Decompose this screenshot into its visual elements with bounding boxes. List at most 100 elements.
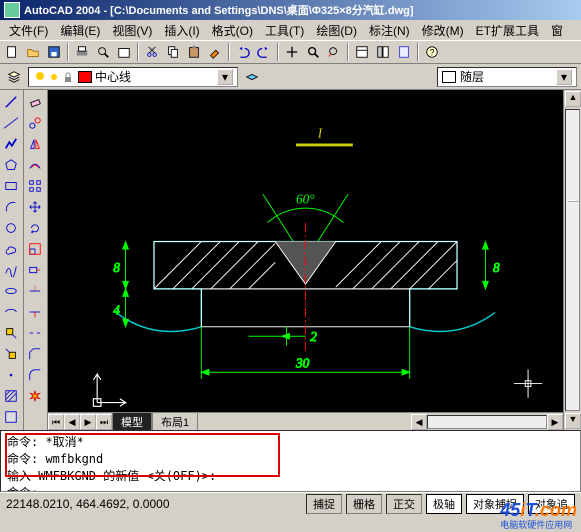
menu-tools[interactable]: 工具(T) xyxy=(260,21,309,40)
ellipse-arc-tool[interactable] xyxy=(1,302,21,322)
vscroll: ▲ ▼ xyxy=(563,90,581,430)
stretch-tool[interactable] xyxy=(25,260,45,280)
menu-format[interactable]: 格式(O) xyxy=(207,21,258,40)
command-window[interactable]: 命令: *取消* 命令: wmfbkgnd 输入 WMFBKGND 的新值 <关… xyxy=(0,430,581,492)
cut-button[interactable] xyxy=(142,42,162,62)
menu-edit[interactable]: 编辑(E) xyxy=(55,21,105,40)
vscroll-down-button[interactable]: ▼ xyxy=(565,413,581,429)
erase-tool[interactable] xyxy=(25,92,45,112)
layer-prev-button[interactable] xyxy=(242,67,262,87)
status-grid[interactable]: 栅格 xyxy=(346,494,382,514)
menu-file[interactable]: 文件(F) xyxy=(4,21,53,40)
spline-tool[interactable] xyxy=(1,260,21,280)
copy-tool[interactable] xyxy=(25,113,45,133)
bulb-icon xyxy=(33,70,47,84)
toolbar-standard: ? xyxy=(0,40,581,64)
undo-button[interactable] xyxy=(233,42,253,62)
sun-icon xyxy=(47,70,61,84)
tab-model[interactable]: 模型 xyxy=(112,412,152,432)
region-tool[interactable] xyxy=(1,407,21,427)
offset-tool[interactable] xyxy=(25,155,45,175)
arc-tool[interactable] xyxy=(1,197,21,217)
circle-tool[interactable] xyxy=(1,218,21,238)
pan-button[interactable] xyxy=(282,42,302,62)
dim-8r: 8 xyxy=(493,260,500,275)
break-tool[interactable] xyxy=(25,323,45,343)
menu-dim[interactable]: 标注(N) xyxy=(364,21,415,40)
hatch-tool[interactable] xyxy=(1,386,21,406)
print-button[interactable] xyxy=(72,42,92,62)
open-button[interactable] xyxy=(23,42,43,62)
menu-et[interactable]: ET扩展工具 xyxy=(471,21,544,40)
draw-toolbar xyxy=(0,90,24,430)
workarea: I 60° xyxy=(0,90,581,430)
layer-name: 中心线 xyxy=(95,68,131,85)
rect-tool[interactable] xyxy=(1,176,21,196)
new-button[interactable] xyxy=(2,42,22,62)
menu-draw[interactable]: 绘图(D) xyxy=(311,21,362,40)
lock-icon xyxy=(61,70,75,84)
status-osnap[interactable]: 对象捕捉 xyxy=(466,494,524,514)
properties-button[interactable] xyxy=(352,42,372,62)
xline-tool[interactable] xyxy=(1,113,21,133)
color-dropdown[interactable]: 随层 ▾ xyxy=(437,67,577,87)
drawing-canvas[interactable]: I 60° xyxy=(48,90,563,412)
vscroll-up-button[interactable]: ▲ xyxy=(565,91,581,107)
revcloud-tool[interactable] xyxy=(1,239,21,259)
tab-first-button[interactable]: ⏮ xyxy=(48,414,64,430)
mirror-tool[interactable] xyxy=(25,134,45,154)
fillet-tool[interactable] xyxy=(25,365,45,385)
tab-next-button[interactable]: ▶ xyxy=(80,414,96,430)
status-snap[interactable]: 捕捉 xyxy=(306,494,342,514)
layer-dropdown[interactable]: 中心线 ▾ xyxy=(28,67,238,87)
chamfer-tool[interactable] xyxy=(25,344,45,364)
paste-button[interactable] xyxy=(184,42,204,62)
ellipse-tool[interactable] xyxy=(1,281,21,301)
menu-modify[interactable]: 修改(M) xyxy=(417,21,469,40)
statusbar: 22148.0210, 464.4692, 0.0000 捕捉 栅格 正交 极轴… xyxy=(0,492,581,514)
rotate-tool[interactable] xyxy=(25,218,45,238)
vscroll-track[interactable] xyxy=(565,109,580,411)
zoom-button[interactable] xyxy=(303,42,323,62)
layer-manager-button[interactable] xyxy=(4,67,24,87)
trim-tool[interactable] xyxy=(25,281,45,301)
help-button[interactable]: ? xyxy=(422,42,442,62)
pline-tool[interactable] xyxy=(1,134,21,154)
tab-prev-button[interactable]: ◀ xyxy=(64,414,80,430)
tab-layout1[interactable]: 布局1 xyxy=(152,412,198,432)
layer-toolbar: 中心线 ▾ 随层 ▾ xyxy=(0,64,581,90)
status-polar[interactable]: 极轴 xyxy=(426,494,462,514)
preview-button[interactable] xyxy=(93,42,113,62)
cmd-line2: 命令: wmfbkgnd xyxy=(7,450,574,467)
hscroll-right-button[interactable]: ▶ xyxy=(547,414,563,430)
insert-block-tool[interactable] xyxy=(1,323,21,343)
array-tool[interactable] xyxy=(25,176,45,196)
copy-button[interactable] xyxy=(163,42,183,62)
status-otrack[interactable]: 对象追 xyxy=(528,494,575,514)
zoom-prev-button[interactable] xyxy=(324,42,344,62)
vscroll-thumb[interactable] xyxy=(567,200,578,202)
match-button[interactable] xyxy=(205,42,225,62)
publish-button[interactable] xyxy=(114,42,134,62)
scale-tool[interactable] xyxy=(25,239,45,259)
toolpal-button[interactable] xyxy=(394,42,414,62)
hscroll-track[interactable] xyxy=(427,415,547,429)
save-button[interactable] xyxy=(44,42,64,62)
tab-last-button[interactable]: ⏭ xyxy=(96,414,112,430)
explode-tool[interactable] xyxy=(25,386,45,406)
status-ortho[interactable]: 正交 xyxy=(386,494,422,514)
line-tool[interactable] xyxy=(1,92,21,112)
polygon-tool[interactable] xyxy=(1,155,21,175)
model-tabs: ⏮ ◀ ▶ ⏭ 模型 布局1 ◀ ▶ xyxy=(48,412,563,430)
extend-tool[interactable] xyxy=(25,302,45,322)
move-tool[interactable] xyxy=(25,197,45,217)
make-block-tool[interactable] xyxy=(1,344,21,364)
modify-toolbar xyxy=(24,90,48,430)
menu-insert[interactable]: 插入(I) xyxy=(159,21,204,40)
redo-button[interactable] xyxy=(254,42,274,62)
hscroll-left-button[interactable]: ◀ xyxy=(411,414,427,430)
point-tool[interactable] xyxy=(1,365,21,385)
menu-win[interactable]: 窗 xyxy=(546,21,568,40)
menu-view[interactable]: 视图(V) xyxy=(107,21,157,40)
dcenter-button[interactable] xyxy=(373,42,393,62)
